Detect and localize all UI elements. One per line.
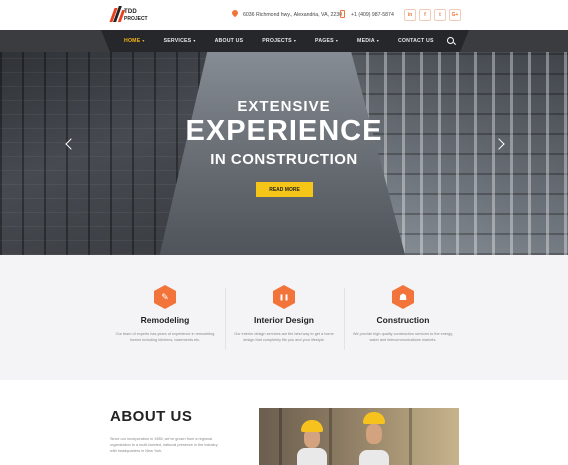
logo[interactable]: TDD PROJECT: [109, 6, 154, 26]
logo-text-top: TDD: [124, 9, 137, 15]
nav-media[interactable]: MEDIA ▾: [357, 38, 379, 44]
service-construction[interactable]: ☗ Construction We provide high-quality c…: [344, 285, 462, 343]
nav-projects[interactable]: PROJECTS ▾: [262, 38, 296, 44]
instagram-icon[interactable]: in: [404, 9, 416, 21]
about-text: Since our incorporation in 1985, we've g…: [110, 437, 218, 453]
hero-line-2: EXPERIENCE: [185, 115, 383, 147]
service-title: Remodeling: [140, 315, 190, 325]
chevron-down-icon: ▾: [193, 38, 196, 43]
google-plus-icon[interactable]: G+: [449, 9, 461, 21]
social-links: in f t G+: [404, 9, 461, 21]
nav-contact-us[interactable]: CONTACT US: [398, 38, 434, 44]
phone-text[interactable]: +1 (409) 987-5874: [351, 12, 394, 18]
search-icon[interactable]: [447, 37, 454, 44]
logo-text-bottom: PROJECT: [124, 16, 148, 22]
location-pin-icon: [230, 8, 240, 19]
nav-about-us[interactable]: ABOUT US: [215, 38, 244, 44]
main-nav: HOME ▾ SERVICES ▾ ABOUT US PROJECTS ▾ PAGES…: [101, 30, 469, 52]
nav-home[interactable]: HOME ▾: [124, 38, 145, 44]
services-section: ✎ Remodeling Our team of experts has yea…: [0, 255, 568, 380]
interior-icon: ❚❚: [273, 285, 295, 309]
hero-line-3: IN CONSTRUCTION: [210, 151, 358, 168]
twitter-icon[interactable]: t: [434, 9, 446, 21]
tools-icon: ✎: [154, 285, 176, 309]
about-photo-workers: [259, 408, 459, 465]
address-block: 6036 Richmond hwy., Alexandria, VA, 2230: [230, 8, 343, 19]
phone-icon: [339, 10, 347, 19]
hero-slider: EXTENSIVE EXPERIENCE IN CONSTRUCTION REA…: [0, 40, 568, 255]
chevron-down-icon: ▾: [376, 38, 379, 43]
chevron-down-icon: ▾: [335, 38, 339, 43]
service-interior-design[interactable]: ❚❚ Interior Design Our interior design s…: [225, 285, 343, 343]
service-desc: Our interior design services are the bes…: [234, 332, 334, 342]
top-bar: TDD PROJECT 6036 Richmond hwy., Alexandr…: [0, 0, 568, 30]
service-title: Interior Design: [254, 315, 314, 325]
service-remodeling[interactable]: ✎ Remodeling Our team of experts has yea…: [106, 285, 224, 343]
about-title: ABOUT US: [110, 408, 193, 425]
service-title: Construction: [376, 315, 430, 325]
nav-services[interactable]: SERVICES ▾: [164, 38, 196, 44]
chevron-down-icon: ▾: [142, 38, 145, 43]
service-desc: Our team of experts has years of experie…: [115, 332, 215, 342]
address-text: 6036 Richmond hwy., Alexandria, VA, 2230: [243, 11, 343, 18]
worker-icon: ☗: [392, 285, 414, 309]
service-desc: We provide high-quality construction ser…: [352, 332, 454, 342]
logo-mark-icon: [109, 6, 126, 22]
facebook-icon[interactable]: f: [419, 9, 431, 21]
read-more-button[interactable]: READ MORE: [256, 182, 313, 197]
phone-block: +1 (409) 987-5874: [339, 10, 394, 19]
chevron-down-icon: ▾: [293, 38, 297, 43]
hero-line-1: EXTENSIVE: [237, 98, 331, 115]
nav-pages[interactable]: PAGES ▾: [315, 38, 338, 44]
